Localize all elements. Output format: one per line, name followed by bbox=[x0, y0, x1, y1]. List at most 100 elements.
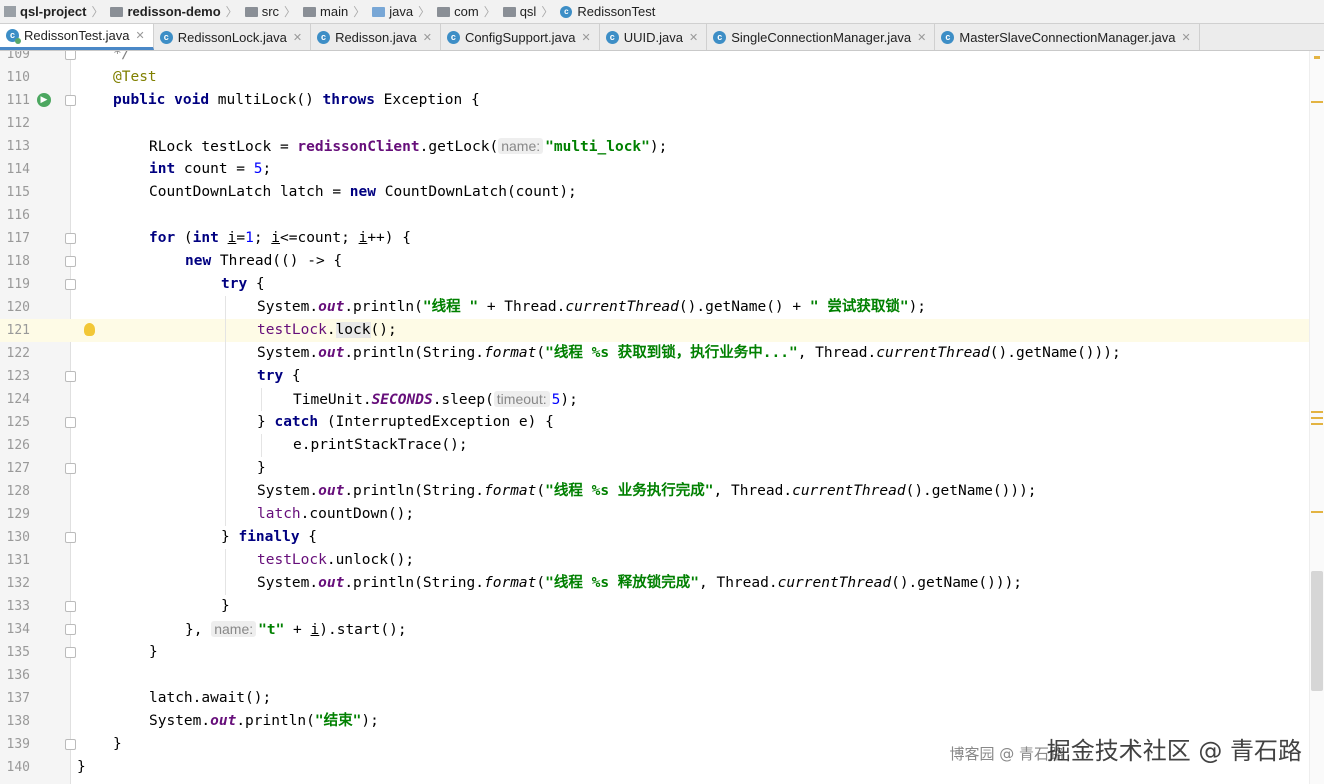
close-icon[interactable]: ✕ bbox=[582, 31, 591, 44]
token: , Thread. bbox=[713, 483, 793, 499]
breadcrumb-project[interactable]: qsl-project bbox=[0, 0, 88, 23]
indent-guide bbox=[225, 572, 226, 595]
fold-icon[interactable] bbox=[65, 95, 76, 106]
warning-marker[interactable] bbox=[1311, 417, 1323, 419]
code-line: 138 System.out.println("结束"); bbox=[0, 710, 1310, 733]
line-number: 120 bbox=[6, 300, 30, 315]
breadcrumb-java[interactable]: java bbox=[368, 0, 415, 23]
token: out bbox=[318, 345, 345, 361]
code-text: for (int i=1; i<=count; i++) { bbox=[149, 227, 411, 250]
code-line: 129 latch.countDown(); bbox=[0, 503, 1310, 526]
token: ); bbox=[908, 299, 927, 315]
tab-configsupport[interactable]: c ConfigSupport.java ✕ bbox=[441, 24, 600, 50]
token: out bbox=[318, 483, 345, 499]
fold-icon[interactable] bbox=[65, 532, 76, 543]
token: 5 bbox=[253, 161, 263, 177]
token: + Thread. bbox=[478, 299, 566, 315]
line-number: 126 bbox=[6, 438, 30, 453]
tab-redissontest[interactable]: c RedissonTest.java ✕ bbox=[0, 24, 154, 50]
close-icon[interactable]: ✕ bbox=[136, 29, 145, 42]
annotation: @Test bbox=[113, 69, 157, 85]
line-number: 127 bbox=[6, 461, 30, 476]
fold-icon[interactable] bbox=[65, 624, 76, 635]
token: new bbox=[185, 253, 212, 269]
package-icon bbox=[437, 6, 451, 17]
token: throws bbox=[322, 92, 375, 108]
breadcrumb-com[interactable]: com bbox=[433, 0, 481, 23]
tab-singleconnectionmanager[interactable]: c SingleConnectionManager.java ✕ bbox=[707, 24, 936, 50]
close-icon[interactable]: ✕ bbox=[1181, 31, 1190, 44]
close-icon[interactable]: ✕ bbox=[917, 31, 926, 44]
token: try bbox=[221, 276, 248, 292]
token: <=count; bbox=[280, 230, 359, 246]
code-text: }, name: "t" + i).start(); bbox=[185, 618, 407, 642]
code-line: 117 for (int i=1; i<=count; i++) { bbox=[0, 227, 1310, 250]
chevron-right-icon: 〉 bbox=[225, 5, 238, 19]
code-line: 118 new Thread(() -> { bbox=[0, 250, 1310, 273]
token: ); bbox=[649, 139, 668, 155]
close-icon[interactable]: ✕ bbox=[689, 31, 698, 44]
breadcrumb-label: java bbox=[389, 4, 414, 19]
breadcrumb-src[interactable]: src bbox=[241, 0, 281, 23]
token: ; bbox=[262, 161, 272, 177]
token: out bbox=[210, 713, 237, 729]
token: ( bbox=[175, 230, 193, 246]
code-text: } bbox=[113, 736, 122, 752]
code-text: try { bbox=[257, 365, 301, 388]
warning-marker[interactable] bbox=[1311, 101, 1323, 103]
fold-icon[interactable] bbox=[65, 279, 76, 290]
tab-uuid[interactable]: c UUID.java ✕ bbox=[600, 24, 708, 50]
fold-icon[interactable] bbox=[65, 51, 76, 60]
code-line: 109 */ bbox=[0, 51, 1310, 66]
fold-icon[interactable] bbox=[65, 417, 76, 428]
indent-guide bbox=[225, 434, 226, 457]
tab-redissonlock[interactable]: c RedissonLock.java ✕ bbox=[154, 24, 312, 50]
code-text: } catch (InterruptedException e) { bbox=[257, 411, 554, 434]
token: . bbox=[326, 322, 336, 338]
chevron-right-icon: 〉 bbox=[284, 5, 297, 19]
indent-guide bbox=[225, 342, 226, 365]
breadcrumb-qsl[interactable]: qsl bbox=[499, 0, 539, 23]
token: }, bbox=[185, 622, 212, 638]
close-icon[interactable]: ✕ bbox=[293, 31, 302, 44]
line-number: 140 bbox=[6, 760, 30, 775]
fold-icon[interactable] bbox=[65, 739, 76, 750]
watermark-primary: 掘金技术社区 @ 青石路 bbox=[1046, 737, 1302, 765]
run-test-icon[interactable]: ▶ bbox=[37, 93, 51, 107]
class-icon: c bbox=[159, 30, 173, 44]
error-stripe-scrollbar[interactable] bbox=[1309, 51, 1324, 784]
tab-redisson[interactable]: c Redisson.java ✕ bbox=[311, 24, 441, 50]
indent-guide bbox=[225, 549, 226, 572]
warning-marker[interactable] bbox=[1314, 56, 1320, 59]
scrollbar-thumb[interactable] bbox=[1311, 571, 1323, 691]
breadcrumb-main[interactable]: main bbox=[299, 0, 350, 23]
fold-icon[interactable] bbox=[65, 256, 76, 267]
fold-icon[interactable] bbox=[65, 601, 76, 612]
warning-marker[interactable] bbox=[1311, 511, 1323, 513]
fold-icon[interactable] bbox=[65, 233, 76, 244]
indent-guide bbox=[225, 503, 226, 526]
code-line: 127} bbox=[0, 457, 1310, 480]
token: { bbox=[283, 368, 301, 384]
line-number: 114 bbox=[6, 162, 30, 177]
line-number: 119 bbox=[6, 277, 30, 292]
code-editor[interactable]: 109 */ 110 @Test 111 ▶ public void multiLock… bbox=[0, 51, 1324, 784]
token: currentThread bbox=[876, 345, 990, 361]
breadcrumb-class[interactable]: c RedissonTest bbox=[556, 0, 657, 23]
breadcrumb-module[interactable]: redisson-demo bbox=[106, 0, 222, 23]
line-number: 134 bbox=[6, 622, 30, 637]
lightbulb-icon[interactable] bbox=[84, 323, 95, 336]
line-number: 137 bbox=[6, 691, 30, 706]
token: void bbox=[174, 92, 210, 108]
token: System. bbox=[149, 713, 211, 729]
close-icon[interactable]: ✕ bbox=[423, 31, 432, 44]
warning-marker[interactable] bbox=[1311, 411, 1323, 413]
fold-icon[interactable] bbox=[65, 647, 76, 658]
fold-icon[interactable] bbox=[65, 371, 76, 382]
tab-masterslaveconnectionmanager[interactable]: c MasterSlaveConnectionManager.java ✕ bbox=[935, 24, 1200, 50]
code-line: 128 System.out.println(String.format("线程 … bbox=[0, 480, 1310, 503]
warning-marker[interactable] bbox=[1311, 423, 1323, 425]
indent-guide bbox=[225, 296, 226, 319]
fold-icon[interactable] bbox=[65, 463, 76, 474]
indent-guide bbox=[261, 434, 262, 457]
